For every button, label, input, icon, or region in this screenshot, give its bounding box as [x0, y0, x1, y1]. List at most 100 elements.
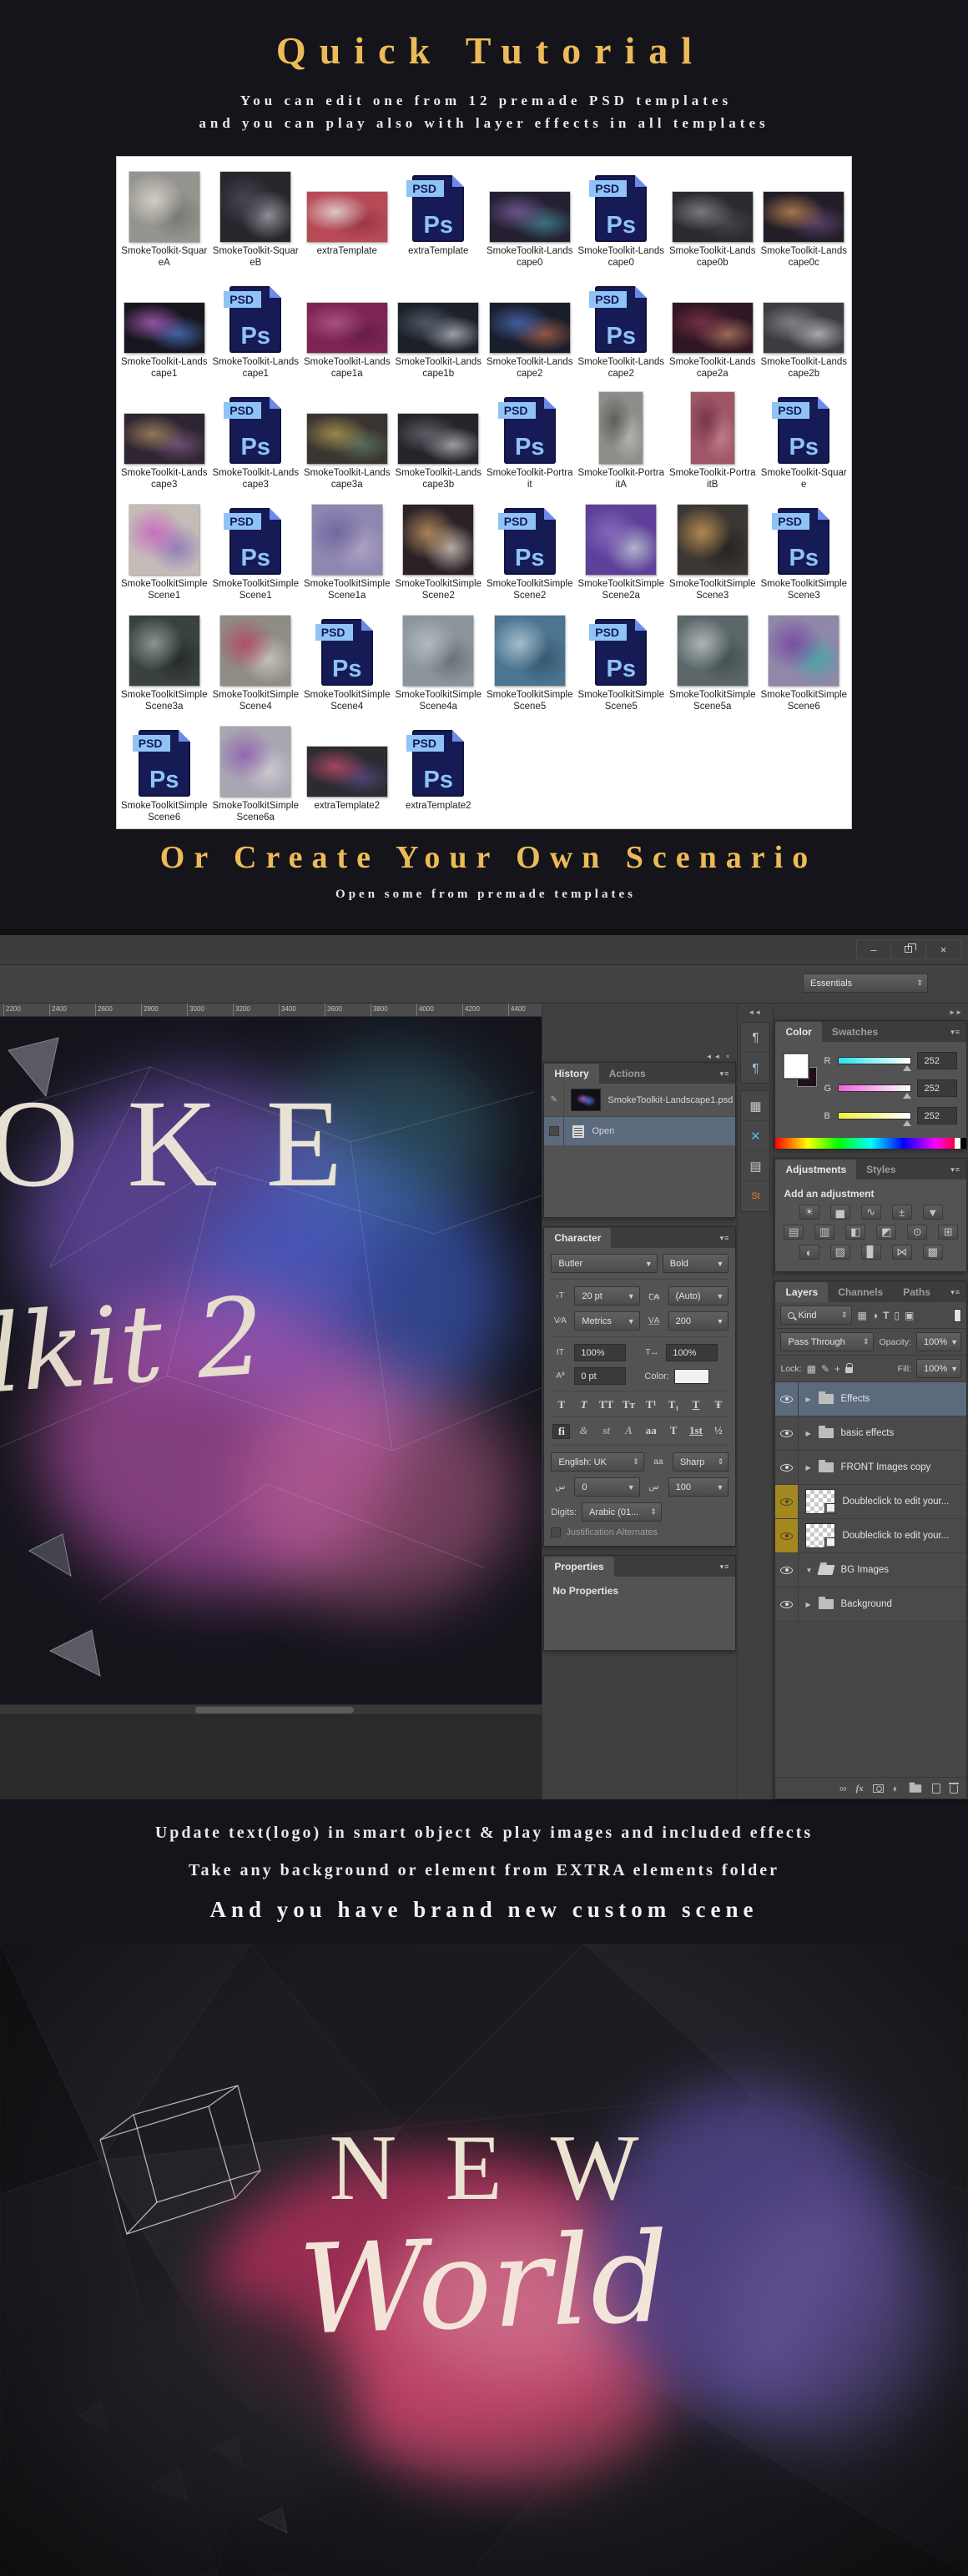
eye-icon[interactable] [780, 1498, 793, 1506]
template-item[interactable]: PSDPsSmokeToolkit-Landscape0 [576, 159, 668, 270]
invert-icon[interactable]: ◐ [799, 1245, 819, 1260]
twisty-icon[interactable]: ▶ [805, 1601, 812, 1608]
tab-character[interactable]: Character [544, 1228, 611, 1248]
posterize-icon[interactable]: ▨ [830, 1245, 850, 1260]
filter-toggle[interactable] [954, 1309, 961, 1322]
black-white-icon[interactable]: ◧ [845, 1225, 865, 1240]
template-item[interactable]: SmokeToolkitSimpleScene5a [667, 603, 759, 714]
twisty-icon[interactable]: ▶ [805, 1396, 812, 1403]
template-thumbnail[interactable] [586, 505, 656, 575]
history-step-row[interactable]: Open [544, 1117, 735, 1145]
layer-row[interactable]: ▶basic effects [775, 1416, 966, 1451]
panel-menu-icon[interactable]: ▾≡ [720, 1562, 730, 1572]
layer-name[interactable]: Background [840, 1599, 891, 1609]
eye-icon[interactable] [780, 1567, 793, 1574]
template-thumbnail[interactable] [129, 616, 199, 686]
template-thumbnail[interactable] [398, 303, 478, 353]
template-thumbnail[interactable] [307, 303, 387, 353]
paragraph-styles-panel-icon[interactable]: ¶ [741, 1053, 769, 1083]
leading-select[interactable]: (Auto)▼ [668, 1286, 729, 1306]
template-item[interactable]: PSDPsSmokeToolkit-Portrait [484, 381, 576, 492]
lock-position-icon[interactable]: + [834, 1363, 840, 1375]
channel-mixer-icon[interactable]: ⊙ [907, 1225, 927, 1240]
opentype-feature-button[interactable]: ½ [709, 1424, 727, 1439]
baseline-shift-input[interactable]: 0 pt [574, 1367, 626, 1385]
type-style-button[interactable]: T¹ [643, 1398, 660, 1411]
template-item[interactable]: SmokeToolkitSimpleScene4a [393, 603, 485, 714]
font-size-select[interactable]: 20 pt▼ [574, 1286, 639, 1306]
visibility-cell[interactable] [775, 1587, 799, 1621]
scrollbar-thumb[interactable] [195, 1707, 354, 1713]
layer-name[interactable]: Doubleclick to edit your... [842, 1497, 949, 1507]
tab-history[interactable]: History [544, 1064, 598, 1084]
template-item[interactable]: extraTemplate2 [301, 714, 393, 825]
twisty-icon[interactable]: ▼ [805, 1567, 812, 1574]
template-thumbnail[interactable] [678, 616, 748, 686]
template-item[interactable]: SmokeToolkitSimpleScene6a [210, 714, 302, 825]
blend-mode-select[interactable]: Pass Through⇕ [780, 1332, 874, 1351]
template-thumbnail[interactable] [764, 303, 844, 353]
template-item[interactable]: SmokeToolkitSimpleScene2 [393, 492, 485, 603]
template-thumbnail[interactable] [307, 192, 387, 242]
glyphs-panel-icon[interactable]: ▦ [741, 1091, 769, 1121]
layer-name[interactable]: Effects [840, 1394, 870, 1404]
layer-comps-panel-icon[interactable]: ▤ [741, 1151, 769, 1181]
opentype-feature-button[interactable]: T [665, 1424, 683, 1439]
kerning-select[interactable]: Metrics▼ [574, 1311, 639, 1331]
template-thumbnail[interactable] [769, 616, 839, 686]
template-thumbnail[interactable] [220, 727, 290, 797]
eye-icon[interactable] [780, 1464, 793, 1472]
opentype-feature-button[interactable]: 1st [687, 1424, 704, 1439]
psd-file-icon[interactable]: PSDPs [229, 508, 281, 575]
eye-icon[interactable] [780, 1532, 793, 1540]
close-button[interactable]: × [926, 939, 961, 959]
stock-panel-icon[interactable]: St [741, 1181, 769, 1211]
template-thumbnail[interactable] [124, 414, 204, 464]
template-thumbnail[interactable] [599, 392, 643, 464]
template-item[interactable]: SmokeToolkit-Landscape2b [759, 270, 850, 381]
template-thumbnail[interactable] [490, 303, 570, 353]
type-style-button[interactable]: TT [597, 1398, 615, 1411]
opentype-feature-button[interactable]: fi [552, 1424, 570, 1439]
eye-icon[interactable] [780, 1601, 793, 1608]
minimize-button[interactable]: – [856, 939, 891, 959]
snapshot-thumbnail[interactable] [571, 1089, 601, 1111]
template-item[interactable]: PSDPsSmokeToolkitSimpleScene6 [118, 714, 210, 825]
layer-style-icon[interactable]: fx [856, 1784, 864, 1794]
levels-icon[interactable]: ▅ [830, 1205, 850, 1220]
template-item[interactable]: SmokeToolkit-PortraitB [667, 381, 759, 492]
hue-saturation-icon[interactable]: ▤ [784, 1225, 804, 1240]
vertical-scale-input[interactable]: 100% [574, 1344, 626, 1361]
tab-styles[interactable]: Styles [856, 1160, 905, 1180]
opacity-input[interactable]: 100%▼ [916, 1332, 961, 1351]
selective-color-icon[interactable]: ⋈ [892, 1245, 912, 1260]
panel-menu-icon[interactable]: ▾≡ [720, 1234, 730, 1243]
opentype-feature-button[interactable]: st [597, 1424, 615, 1439]
template-thumbnail[interactable] [129, 505, 199, 575]
horizontal-scrollbar[interactable] [0, 1704, 542, 1714]
template-item[interactable]: SmokeToolkit-Landscape0b [667, 159, 759, 270]
template-thumbnail[interactable] [220, 616, 290, 686]
template-item[interactable]: PSDPsSmokeToolkitSimpleScene1 [210, 492, 302, 603]
collapse-dock-icon[interactable]: ◄◄ [748, 1009, 761, 1016]
template-thumbnail[interactable] [307, 747, 387, 797]
link-layers-icon[interactable]: ∞ [839, 1783, 847, 1794]
template-thumbnail[interactable] [691, 392, 734, 464]
digits-select[interactable]: Arabic (01...⇕ [582, 1502, 662, 1522]
template-item[interactable]: SmokeToolkit-Landscape3a [301, 381, 393, 492]
tab-properties[interactable]: Properties [544, 1557, 613, 1577]
history-snapshot-row[interactable]: ✎ SmokeToolkit-Landscape1.psd [544, 1084, 735, 1117]
type-style-button[interactable]: Tᴛ [620, 1398, 638, 1411]
panel-group-controls[interactable]: ◄◄ × [706, 1053, 732, 1060]
visibility-cell[interactable] [775, 1416, 799, 1450]
template-item[interactable]: SmokeToolkit-Landscape3 [118, 381, 210, 492]
visibility-cell[interactable] [775, 1519, 799, 1552]
template-item[interactable]: SmokeToolkit-Landscape0c [759, 159, 850, 270]
template-item[interactable]: SmokeToolkit-Landscape1b [393, 270, 485, 381]
template-item[interactable]: SmokeToolkit-Landscape2a [667, 270, 759, 381]
tab-paths[interactable]: Paths [893, 1282, 940, 1302]
channel-value-input[interactable]: 252 [917, 1107, 957, 1124]
me-left-input[interactable]: 0▼ [574, 1477, 639, 1497]
template-item[interactable]: extraTemplate [301, 159, 393, 270]
filter-type-layers-icon[interactable]: T [883, 1310, 889, 1321]
